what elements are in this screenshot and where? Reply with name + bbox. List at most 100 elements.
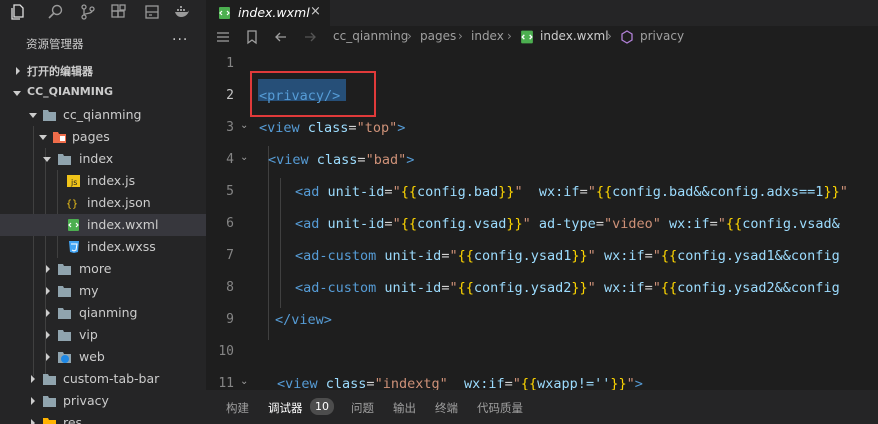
search-icon[interactable] bbox=[48, 4, 64, 20]
chevron-right-icon: › bbox=[407, 29, 412, 43]
tree-folder-privacy[interactable]: privacy bbox=[0, 390, 206, 412]
fold-chevron-icon[interactable]: ⌄ bbox=[240, 120, 248, 131]
tab-code-quality[interactable]: 代码质量 bbox=[477, 400, 523, 416]
code-token: " bbox=[717, 216, 726, 232]
tab-terminal[interactable]: 终端 bbox=[435, 400, 458, 416]
arrow-left-icon[interactable] bbox=[273, 29, 289, 45]
code-token: " bbox=[449, 280, 458, 296]
tree-folder-more[interactable]: more bbox=[0, 258, 206, 280]
tab-build[interactable]: 构建 bbox=[226, 400, 249, 416]
code-token: > bbox=[634, 376, 643, 390]
close-icon[interactable]: × bbox=[310, 4, 321, 19]
tree-folder-cc_qianming[interactable]: cc_qianming bbox=[0, 104, 206, 126]
code-token: config.ysad1 bbox=[473, 248, 572, 264]
breadcrumb-item[interactable]: index bbox=[471, 29, 504, 43]
code-token: "top" bbox=[356, 120, 398, 136]
code-line: <view class="indextg" wx:if="{{wxapp!=''… bbox=[277, 376, 643, 390]
open-editors-section[interactable]: 打开的编辑器 bbox=[0, 60, 206, 82]
code-token: wx:if bbox=[595, 280, 645, 296]
code-token: > bbox=[406, 152, 415, 168]
tab-output[interactable]: 输出 bbox=[393, 400, 416, 416]
tree-folder-web[interactable]: web bbox=[0, 346, 206, 368]
bookmark-icon[interactable] bbox=[244, 29, 260, 45]
code-token: config.vsad& bbox=[742, 216, 840, 232]
breadcrumb-item[interactable]: privacy bbox=[640, 29, 684, 43]
code-line: <ad unit-id="{{config.vsad}}" ad-type="v… bbox=[295, 216, 840, 232]
tree-file-index-json[interactable]: {} index.json bbox=[0, 192, 206, 214]
folder-icon bbox=[57, 284, 72, 298]
breadcrumb-item[interactable]: index.wxml bbox=[540, 29, 609, 43]
tree-file-index-js[interactable]: js index.js bbox=[0, 170, 206, 192]
explorer-sidebar: 资源管理器 ··· 打开的编辑器 CC_QIANMING cc_qianming… bbox=[0, 26, 206, 424]
code-token: wxapp!='' bbox=[537, 376, 611, 390]
code-token: <ad bbox=[295, 184, 320, 200]
breadcrumb-item[interactable]: cc_qianming bbox=[333, 29, 408, 43]
wxml-file-icon bbox=[66, 218, 81, 232]
code-token: "video" bbox=[603, 216, 661, 232]
files-icon[interactable] bbox=[10, 4, 26, 20]
section-label: 打开的编辑器 bbox=[27, 65, 93, 78]
code-token: unit-id bbox=[376, 248, 442, 264]
code-token: " bbox=[587, 280, 596, 296]
tree-folder-pages[interactable]: pages bbox=[0, 126, 206, 148]
line-number: 2 bbox=[226, 88, 234, 103]
code-token: = bbox=[366, 376, 375, 390]
tree-folder-index[interactable]: index bbox=[0, 148, 206, 170]
code-line: </view> bbox=[275, 312, 332, 328]
tab-debugger[interactable]: 调试器 bbox=[268, 400, 303, 416]
tree-folder-custom-tab-bar[interactable]: custom-tab-bar bbox=[0, 368, 206, 390]
tree-folder-vip[interactable]: vip bbox=[0, 324, 206, 346]
section-label: CC_QIANMING bbox=[27, 85, 114, 98]
project-section[interactable]: CC_QIANMING bbox=[0, 82, 206, 104]
fold-chevron-icon[interactable]: ⌄ bbox=[240, 152, 248, 163]
code-token: </view> bbox=[275, 312, 332, 328]
tree-label: index.wxss bbox=[87, 239, 156, 254]
list-icon[interactable] bbox=[215, 29, 231, 45]
activity-bar bbox=[0, 0, 206, 26]
panel-tab-bar: 构建 调试器 10 问题 输出 终端 代码质量 bbox=[206, 390, 878, 424]
line-number: 10 bbox=[218, 344, 234, 359]
line-number: 8 bbox=[226, 280, 234, 295]
tab-problems[interactable]: 问题 bbox=[351, 400, 374, 416]
code-token: = bbox=[504, 376, 513, 390]
wxml-file-icon bbox=[519, 29, 535, 45]
more-actions-button[interactable]: ··· bbox=[172, 32, 188, 48]
code-token: {{ bbox=[457, 248, 474, 264]
code-token: "bad" bbox=[365, 152, 407, 168]
tree-folder-qianming[interactable]: qianming bbox=[0, 302, 206, 324]
tab-index-wxml[interactable]: index.wxml × bbox=[206, 0, 330, 26]
folder-icon bbox=[42, 372, 57, 386]
docker-icon[interactable] bbox=[174, 4, 190, 20]
chevron-right-icon bbox=[43, 264, 53, 274]
tree-file-index-wxss[interactable]: index.wxss bbox=[0, 236, 206, 258]
code-token: }} bbox=[823, 184, 840, 200]
code-line: <privacy/> bbox=[259, 88, 340, 104]
code-token: wx:if bbox=[595, 248, 645, 264]
editor-tab-bar: index.wxml × bbox=[206, 0, 878, 26]
fold-chevron-icon[interactable]: ⌄ bbox=[240, 376, 248, 387]
chevron-right-icon: › bbox=[458, 29, 463, 43]
arrow-right-icon[interactable] bbox=[302, 29, 318, 45]
tree-folder-res[interactable]: res bbox=[0, 412, 206, 424]
tree-label: more bbox=[79, 261, 112, 276]
count-badge: 10 bbox=[310, 398, 334, 415]
source-control-icon[interactable] bbox=[80, 4, 96, 20]
code-token: <ad bbox=[295, 216, 320, 232]
breadcrumb-item[interactable]: pages bbox=[420, 29, 456, 43]
code-token: {{ bbox=[595, 184, 613, 200]
code-token: config.bad&&config.adxs==1 bbox=[612, 184, 824, 200]
code-token: = bbox=[348, 120, 357, 136]
code-token: > bbox=[397, 120, 406, 136]
code-token: " bbox=[587, 248, 596, 264]
tree-folder-my[interactable]: my bbox=[0, 280, 206, 302]
storage-icon[interactable] bbox=[144, 4, 160, 20]
code-line: <ad-custom unit-id="{{config.ysad2}}" wx… bbox=[295, 280, 840, 296]
tree-file-index-wxml[interactable]: index.wxml bbox=[0, 214, 206, 236]
indent-guide bbox=[268, 146, 269, 340]
tree-label: qianming bbox=[79, 305, 138, 320]
extensions-icon[interactable] bbox=[111, 4, 127, 20]
code-token: = bbox=[595, 216, 604, 232]
code-token: = bbox=[709, 216, 718, 232]
code-editor[interactable]: 1 2 3 4 5 6 7 8 9 10 11 ⌄ ⌄ ⌄ <privacy/>… bbox=[206, 48, 878, 390]
code-token: <ad-custom bbox=[295, 248, 377, 264]
